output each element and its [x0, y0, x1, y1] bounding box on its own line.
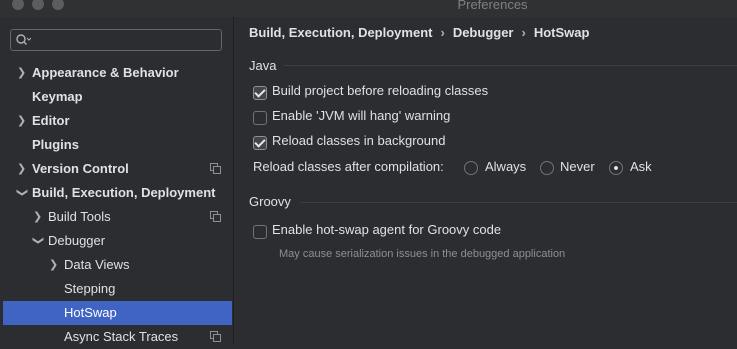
sidebar-item-keymap[interactable]: Keymap	[0, 85, 233, 109]
reload-always-label[interactable]: Always	[485, 159, 526, 174]
checkbox-label: Enable hot-swap agent for Groovy code	[272, 222, 502, 237]
sidebar-item-appearance-behavior[interactable]: ❯ Appearance & Behavior	[0, 61, 233, 85]
breadcrumb-item[interactable]: Build, Execution, Deployment	[249, 25, 432, 40]
chevron-right-icon[interactable]: ❯	[17, 109, 27, 133]
sidebar-item-label: Version Control	[32, 161, 129, 176]
sidebar-item-build-tools[interactable]: ❯ Build Tools	[0, 205, 233, 229]
sidebar-item-label: Debugger	[48, 233, 106, 248]
sidebar-item-debugger[interactable]: ❯ Debugger	[0, 229, 233, 253]
sidebar-item-label: Appearance & Behavior	[32, 65, 179, 80]
section-divider	[284, 65, 737, 66]
sidebar-item-stepping[interactable]: Stepping	[0, 277, 233, 301]
sidebar-item-label: Plugins	[32, 137, 79, 152]
reload-after-compilation-group: Reload classes after compilation: Always…	[253, 159, 733, 179]
sidebar-item-data-views[interactable]: ❯ Data Views	[0, 253, 233, 277]
sidebar-item-label: Build Tools	[48, 209, 111, 224]
breadcrumb-separator-icon: ›	[440, 25, 445, 40]
search-input[interactable]	[10, 29, 222, 51]
sidebar-item-label: Async Stack Traces	[64, 329, 179, 344]
sidebar-item-label: Editor	[32, 113, 70, 128]
reload-never-radio[interactable]	[540, 161, 554, 175]
reload-ask-label[interactable]: Ask	[630, 159, 652, 174]
window-title: Preferences	[457, 0, 528, 12]
groovy-hotswap-hint: May cause serialization issues in the de…	[279, 248, 566, 260]
settings-sidebar: ❯ Appearance & Behavior Keymap ❯ Editor …	[0, 17, 234, 345]
section-title-groovy: Groovy	[249, 194, 291, 209]
project-scope-icon	[210, 211, 221, 222]
chevron-down-icon[interactable]: ❯	[10, 188, 34, 198]
sidebar-item-async-stack-traces[interactable]: Async Stack Traces	[0, 325, 233, 349]
chevron-right-icon[interactable]: ❯	[17, 157, 27, 181]
sidebar-item-label: Stepping	[64, 281, 116, 296]
groovy-hotswap-agent-checkbox[interactable]	[253, 225, 267, 239]
section-title-java: Java	[249, 58, 277, 73]
sidebar-item-label: HotSwap	[64, 305, 117, 320]
reload-after-compilation-label: Reload classes after compilation:	[253, 159, 444, 174]
breadcrumb-item: HotSwap	[533, 25, 590, 40]
sidebar-item-hotswap[interactable]: HotSwap	[3, 301, 232, 325]
sidebar-item-editor[interactable]: ❯ Editor	[0, 109, 233, 133]
chevron-right-icon[interactable]: ❯	[33, 205, 43, 229]
build-before-reload-checkbox[interactable]	[253, 86, 267, 100]
project-scope-icon	[210, 331, 221, 342]
jvm-hang-warning-checkbox[interactable]	[253, 111, 267, 125]
checkbox-label: Reload classes in background	[272, 133, 446, 148]
chevron-right-icon[interactable]: ❯	[49, 253, 59, 277]
reload-in-background-checkbox[interactable]	[253, 136, 267, 150]
reload-never-label[interactable]: Never	[560, 159, 595, 174]
search-icon	[16, 34, 31, 45]
window-titlebar: Preferences	[0, 0, 737, 17]
checkbox-label: Build project before reloading classes	[272, 83, 489, 98]
chevron-down-icon[interactable]: ❯	[26, 236, 50, 246]
checkbox-label: Enable 'JVM will hang' warning	[272, 108, 451, 123]
sidebar-item-label: Data Views	[64, 257, 130, 272]
sidebar-item-version-control[interactable]: ❯ Version Control	[0, 157, 233, 181]
sidebar-item-build-execution-deployment[interactable]: ❯ Build, Execution, Deployment	[0, 181, 233, 205]
sidebar-item-label: Keymap	[32, 89, 83, 104]
sidebar-item-label: Build, Execution, Deployment	[32, 185, 216, 200]
project-scope-icon	[210, 163, 221, 174]
breadcrumb-item[interactable]: Debugger	[453, 25, 514, 40]
section-divider	[300, 202, 737, 203]
breadcrumb: Build, Execution, Deployment › Debugger › Ho…	[249, 25, 589, 40]
reload-always-radio[interactable]	[464, 161, 478, 175]
settings-content: Build, Execution, Deployment › Debugger › Ho…	[234, 17, 737, 345]
chevron-right-icon[interactable]: ❯	[17, 61, 27, 85]
reload-ask-radio[interactable]	[609, 161, 623, 175]
breadcrumb-separator-icon: ›	[521, 25, 526, 40]
sidebar-item-plugins[interactable]: Plugins	[0, 133, 233, 157]
